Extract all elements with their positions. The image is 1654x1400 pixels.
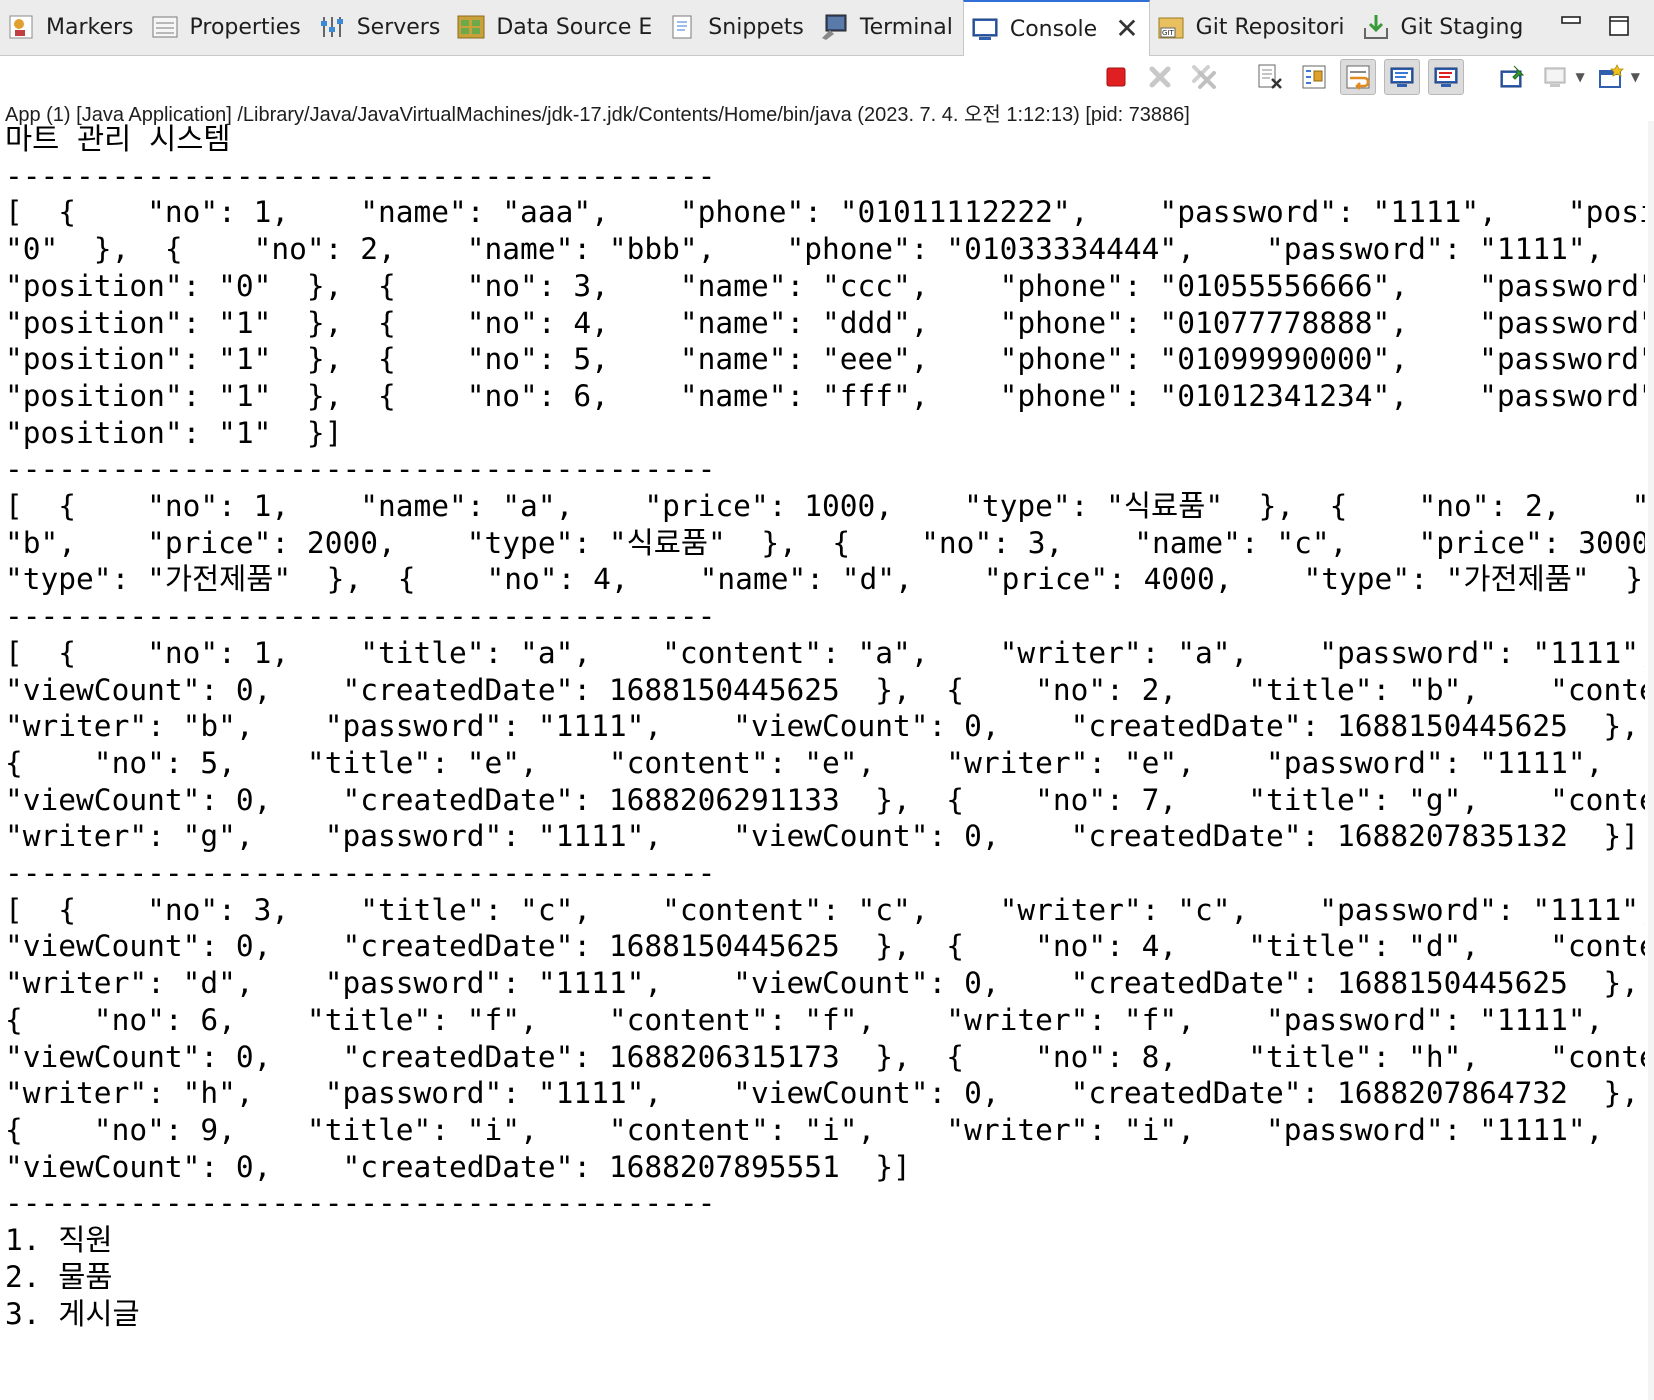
view-tab-bar: Markers Properties Servers Data Source E… — [0, 0, 1654, 56]
console-line: "viewCount": 0, "createdDate": 168815044… — [5, 672, 1645, 707]
console-line: "0" }, { "no": 2, "name": "bbb", "phone"… — [5, 232, 1604, 267]
tab-data-source-explorer[interactable]: Data Source E — [450, 0, 662, 54]
tab-label: Markers — [46, 14, 134, 40]
console-line: 2. 물품 — [5, 1259, 113, 1294]
tab-label: Data Source E — [496, 14, 653, 40]
console-line: { "no": 6, "title": "f", "content": "f",… — [5, 1002, 1604, 1037]
console-line: "viewCount": 0, "createdDate": 168820629… — [5, 782, 1645, 817]
console-line: "position": "0" }, { "no": 3, "name": "c… — [5, 268, 1645, 303]
minimize-icon[interactable] — [1558, 15, 1584, 41]
console-line: 3. 게시글 — [5, 1296, 140, 1331]
console-output[interactable]: 마트 관리 시스템 -------------------------------… — [5, 121, 1645, 1400]
console-line: 1. 직원 — [5, 1223, 113, 1258]
console-line: "position": "1" }] — [5, 415, 343, 450]
tab-label: Snippets — [708, 14, 804, 40]
tab-label: Git Staging — [1400, 14, 1524, 40]
console-line: "viewCount": 0, "createdDate": 168815044… — [5, 929, 1645, 964]
console-line: "viewCount": 0, "createdDate": 168820789… — [5, 1149, 911, 1184]
console-line: ---------------------------------------- — [5, 452, 716, 487]
display-selected-console-icon[interactable] — [1538, 59, 1574, 95]
tab-snippets[interactable]: Snippets — [662, 0, 814, 54]
tab-properties[interactable]: Properties — [144, 0, 311, 54]
console-line: [ { "no": 1, "name": "a", "price": 1000,… — [5, 489, 1645, 524]
tab-terminal[interactable]: Terminal — [814, 0, 963, 54]
git-repositories-icon: GIT — [1156, 12, 1186, 42]
terminal-icon — [820, 12, 850, 42]
console-toolbar: ▼ ▼ — [0, 56, 1654, 98]
console-line: ---------------------------------------- — [5, 158, 716, 193]
snippets-icon — [668, 12, 698, 42]
console-line: [ { "no": 1, "name": "aaa", "phone": "01… — [5, 195, 1645, 230]
properties-icon — [150, 12, 180, 42]
tab-git-staging[interactable]: Git Staging — [1355, 0, 1534, 54]
console-line: { "no": 9, "title": "i", "content": "i",… — [5, 1112, 1604, 1147]
vertical-scrollbar[interactable] — [1648, 121, 1654, 1400]
console-line: "viewCount": 0, "createdDate": 168820631… — [5, 1039, 1645, 1074]
tab-label: Properties — [189, 14, 301, 40]
console-line: "writer": "g", "password": "1111", "view… — [5, 819, 1639, 854]
console-line: ---------------------------------------- — [5, 599, 716, 634]
window-controls — [1558, 0, 1654, 55]
tab-label: Terminal — [859, 14, 953, 40]
markers-icon — [6, 12, 36, 42]
console-line: "b", "price": 2000, "type": "식료품" }, { "… — [5, 525, 1645, 560]
remove-launch-icon[interactable] — [1142, 59, 1178, 95]
tab-servers[interactable]: Servers — [311, 0, 451, 54]
clear-console-icon[interactable] — [1252, 59, 1288, 95]
console-icon — [970, 14, 1000, 44]
word-wrap-icon[interactable] — [1339, 59, 1376, 95]
open-console-icon[interactable] — [1593, 59, 1629, 95]
terminate-icon[interactable] — [1098, 59, 1134, 95]
console-line: "writer": "b", "password": "1111", "view… — [5, 709, 1639, 744]
git-staging-icon — [1361, 12, 1391, 42]
svg-text:GIT: GIT — [1162, 29, 1174, 37]
console-line: "type": "가전제품" }, { "no": 4, "name": "d"… — [5, 562, 1645, 597]
tab-git-repositories[interactable]: GIT Git Repositori — [1150, 0, 1355, 54]
console-line: "position": "1" }, { "no": 4, "name": "d… — [5, 305, 1645, 340]
console-line: [ { "no": 3, "title": "c", "content": "c… — [5, 892, 1645, 927]
console-line: ---------------------------------------- — [5, 856, 716, 891]
show-on-stdout-icon[interactable] — [1383, 59, 1420, 95]
console-line: "writer": "h", "password": "1111", "view… — [5, 1076, 1639, 1111]
show-on-stderr-icon[interactable] — [1427, 59, 1464, 95]
maximize-icon[interactable] — [1606, 15, 1632, 41]
tab-console[interactable]: Console ✕ — [962, 0, 1150, 56]
tab-label: Console — [1009, 16, 1098, 42]
console-line: "position": "1" }, { "no": 5, "name": "e… — [5, 342, 1645, 377]
remove-all-terminated-icon[interactable] — [1186, 59, 1222, 95]
pin-console-icon[interactable] — [1494, 59, 1530, 95]
close-icon[interactable]: ✕ — [1115, 15, 1138, 43]
servers-icon — [317, 12, 347, 42]
console-line: "position": "1" }, { "no": 6, "name": "f… — [5, 378, 1645, 413]
data-source-icon — [456, 12, 486, 42]
tab-label: Servers — [356, 14, 441, 40]
scroll-lock-icon[interactable] — [1296, 59, 1332, 95]
console-line: 마트 관리 시스템 — [5, 122, 231, 156]
tab-label: Git Repositori — [1195, 14, 1345, 40]
console-line: { "no": 5, "title": "e", "content": "e",… — [5, 745, 1604, 780]
console-line: ---------------------------------------- — [5, 1186, 716, 1221]
console-line: "writer": "d", "password": "1111", "view… — [5, 966, 1639, 1001]
chevron-down-icon[interactable]: ▼ — [1576, 70, 1585, 84]
tab-markers[interactable]: Markers — [0, 0, 144, 54]
chevron-down-icon[interactable]: ▼ — [1631, 70, 1640, 84]
console-line: [ { "no": 1, "title": "a", "content": "a… — [5, 635, 1645, 670]
